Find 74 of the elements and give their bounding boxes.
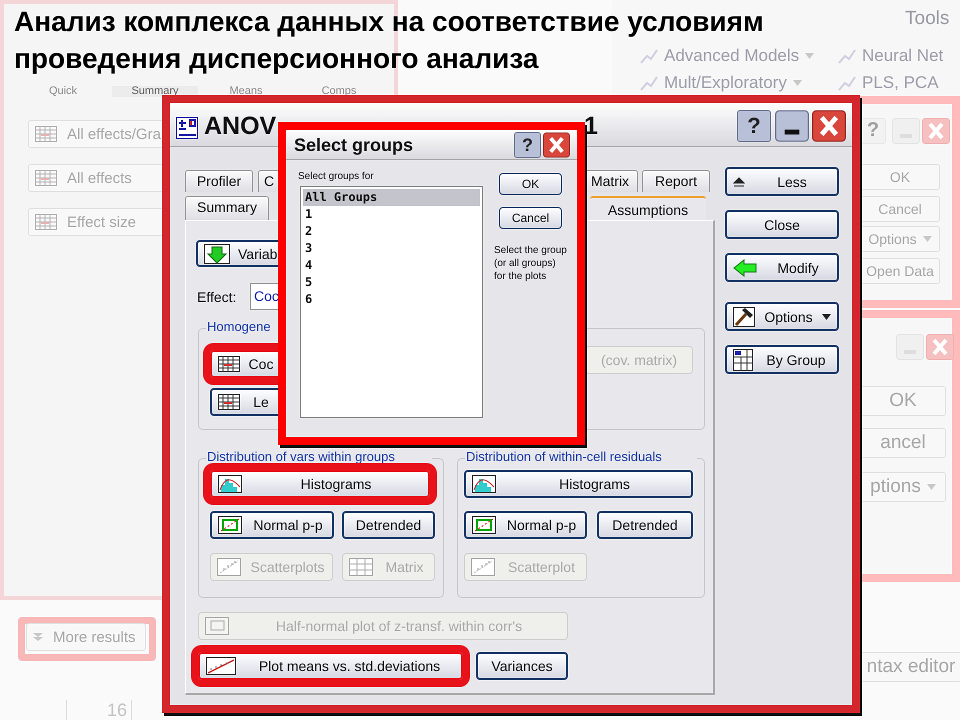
table-icon	[35, 214, 57, 230]
tab[interactable]: Summary	[185, 196, 269, 220]
help-button[interactable]: ?	[514, 132, 541, 158]
list-item[interactable]: 1	[303, 206, 480, 223]
button[interactable]: Less	[725, 167, 839, 196]
button[interactable]: Cancel	[499, 207, 562, 229]
plot-icon	[218, 516, 242, 534]
list-item[interactable]: 6	[303, 291, 480, 308]
button: Matrix	[342, 553, 435, 581]
window-title: ANOV	[204, 112, 278, 142]
tab[interactable]: Profiler	[185, 170, 253, 192]
caret-icon	[792, 80, 802, 86]
up-arrow-icon	[733, 176, 745, 186]
tab[interactable]: Assumptions	[590, 196, 706, 220]
button[interactable]: Modify	[725, 253, 839, 282]
button: Scatterplots	[210, 553, 333, 581]
chart-icon	[640, 75, 658, 91]
button[interactable]: Variances	[476, 652, 568, 680]
button[interactable]: Options	[725, 302, 839, 331]
caret-icon	[922, 236, 932, 242]
button[interactable]: Histograms	[464, 470, 693, 498]
button: Scatterplot	[464, 553, 587, 581]
table-icon	[35, 126, 57, 142]
list-item[interactable]: 3	[303, 240, 480, 257]
grid-icon	[733, 348, 753, 370]
minimize-icon[interactable]	[775, 110, 809, 142]
table-icon	[218, 394, 240, 410]
help-button[interactable]: ?	[737, 110, 771, 142]
close-icon[interactable]	[812, 110, 846, 142]
histogram-icon	[218, 475, 242, 493]
plot-icon	[205, 617, 229, 635]
scatterplot-icon	[471, 558, 495, 576]
button[interactable]: Detrended	[342, 511, 435, 539]
tab[interactable]: Report	[642, 170, 710, 192]
double-down-arrow-icon	[33, 632, 43, 642]
window-title: 1	[584, 112, 599, 142]
line-plot-icon	[206, 657, 236, 675]
caret-icon	[926, 484, 936, 490]
chart-icon	[640, 48, 658, 64]
button[interactable]: Detrended	[597, 511, 693, 539]
button: (cov. matrix)	[585, 346, 693, 374]
histogram-icon	[472, 475, 496, 493]
close-icon[interactable]	[543, 132, 570, 158]
list-item[interactable]: 5	[303, 274, 480, 291]
button[interactable]: Normal p-p	[464, 511, 587, 539]
hint-text: Select the group (or all groups) for the plots	[494, 244, 568, 284]
list-item[interactable]: 2	[303, 223, 480, 240]
hammer-icon	[733, 306, 755, 326]
scatterplot-icon	[217, 558, 241, 576]
dialog-title: Select groups	[294, 134, 414, 157]
button[interactable]: OK	[499, 173, 562, 195]
plot-icon	[472, 516, 496, 534]
table-icon	[218, 356, 240, 372]
matrix-icon	[349, 558, 373, 576]
tab[interactable]: C	[258, 170, 280, 192]
slide-title: Анализ комплекса данных на соответствие условиям	[14, 5, 765, 39]
chart-icon	[838, 48, 856, 64]
caret-icon	[822, 314, 831, 320]
table-icon	[35, 170, 57, 186]
button[interactable]: Normal p-p	[210, 511, 334, 539]
tab[interactable]: Summary	[112, 86, 198, 97]
caret-icon	[805, 53, 814, 59]
list-item[interactable]: All Groups	[303, 189, 480, 206]
left-arrow-icon	[733, 258, 757, 276]
arrow-down-icon	[204, 244, 230, 264]
button: Half-normal plot of z-transf. within corr's	[198, 612, 568, 640]
list-label: Select groups for	[298, 170, 375, 184]
button[interactable]: By Group	[725, 345, 839, 374]
list-item[interactable]: 4	[303, 257, 480, 274]
button[interactable]: Close	[725, 210, 839, 239]
app-icon	[176, 117, 198, 139]
field-label: Effect:	[197, 288, 238, 307]
slide-title: проведения дисперсионного анализа	[14, 42, 540, 76]
chart-icon	[838, 75, 856, 91]
